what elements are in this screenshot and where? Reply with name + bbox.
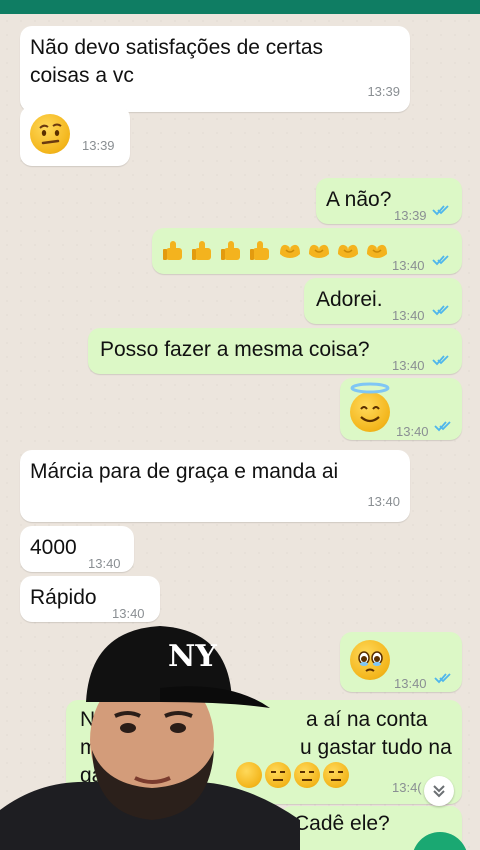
message-time: 13:40 [392,358,425,373]
svg-text:NY: NY [168,639,217,674]
outgoing-message[interactable]: 13:40 [152,228,462,274]
message-time: 13:39 [367,84,400,99]
read-ticks-icon [432,205,449,216]
message-text: coisas a vc [30,64,134,87]
message-time: 13:4( [392,780,422,795]
message-text: A não? [326,188,392,211]
read-ticks-icon [432,355,449,366]
message-text: Cadê ele? [294,812,390,835]
message-text: Rápido [30,586,97,609]
message-time: 13:40 [392,258,425,273]
incoming-message[interactable]: Márcia para de graça e manda ai 13:40 [20,450,410,522]
message-time: 13:40 [88,556,121,571]
thumbs-up-icon [192,241,211,260]
message-time: 13:40 [392,308,425,323]
message-text: Posso fazer a mesma coisa? [100,338,370,361]
message-text: Márcia para de graça e manda ai [30,460,339,483]
chevron-down-double-icon [433,785,445,798]
presenter-video-overlay: NY [0,626,300,850]
outgoing-message[interactable]: 13:40 [340,632,462,692]
heart-hands-icon [338,244,358,258]
message-time: 13:40 [394,676,427,691]
emoji-row [160,236,391,264]
message-text-fragment: u gastar tudo na [300,736,452,759]
incoming-message[interactable]: 4000 13:40 [20,526,134,572]
header-bar [0,0,480,14]
outgoing-message[interactable]: A não? 13:39 [316,178,462,224]
incoming-message[interactable]: Não devo satisfações de certas coisas a … [20,26,410,112]
face-holding-back-tears-icon [350,640,390,680]
thumbs-up-icon [163,241,182,260]
message-time: 13:40 [396,424,429,439]
message-time: 13:39 [394,208,427,223]
read-ticks-icon [432,255,449,266]
read-ticks-icon [432,305,449,316]
heart-hands-icon [367,244,387,258]
heart-hands-icon [309,244,329,258]
message-time: 13:39 [82,138,115,153]
message-time: 13:40 [367,494,400,509]
outgoing-message[interactable]: Posso fazer a mesma coisa? 13:40 [88,328,462,374]
outgoing-message[interactable]: Adorei. 13:40 [304,278,462,324]
heart-hands-icon [280,244,300,258]
message-text: Adorei. [316,288,383,311]
read-ticks-icon [434,673,451,684]
incoming-message[interactable]: 13:39 [20,106,130,166]
outgoing-message[interactable]: 13:40 [340,378,462,440]
message-text-fragment: a aí na conta [306,708,428,731]
scroll-to-bottom-button[interactable] [424,776,454,806]
message-text: 4000 [30,536,77,559]
smiling-face-with-halo-icon [350,382,390,432]
thumbs-up-icon [250,241,269,260]
thumbs-up-icon [221,241,240,260]
read-ticks-icon [434,421,451,432]
expressionless-face-icon [323,762,349,788]
message-text: Não devo satisfações de certas [30,36,323,59]
raised-eyebrow-face-icon [30,114,70,154]
